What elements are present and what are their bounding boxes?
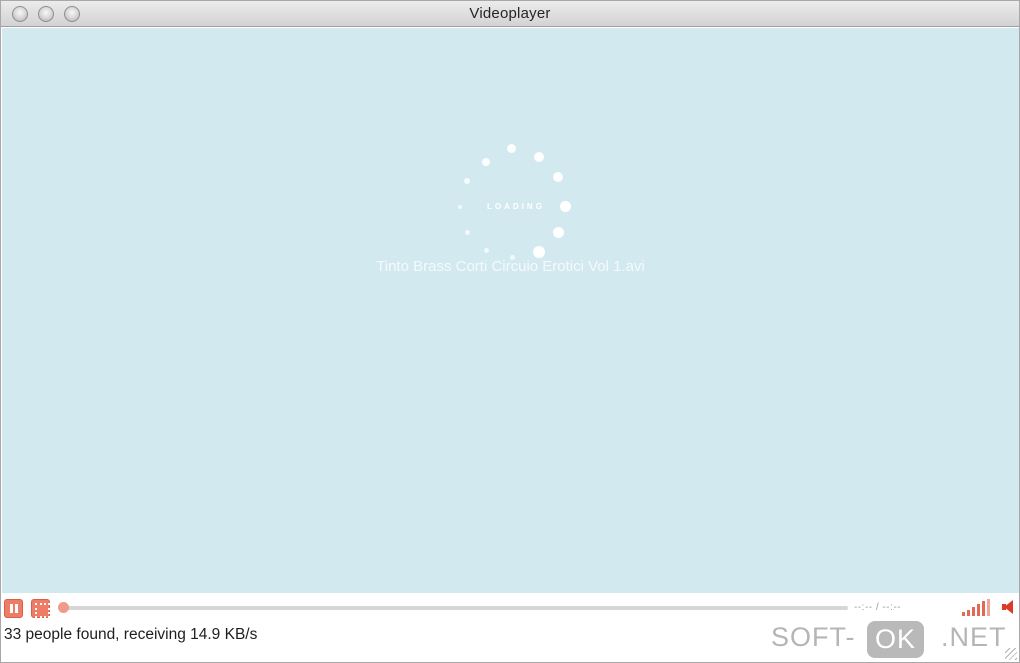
spinner-dot — [553, 227, 564, 238]
time-display: --:-- / --:-- — [854, 602, 902, 613]
signal-strength-icon — [960, 599, 992, 616]
watermark-part-2: OK — [867, 621, 925, 658]
spinner-dot — [553, 172, 563, 182]
speaker-icon[interactable] — [1002, 600, 1016, 614]
spinner-dot — [482, 158, 490, 166]
loading-spinner-icon: LOADING — [450, 142, 582, 274]
title-bar[interactable]: Videoplayer — [1, 1, 1019, 27]
resize-grip[interactable] — [1005, 648, 1017, 660]
watermark-part-1: SOFT- — [771, 622, 856, 652]
videoplayer-window: Videoplayer LOADING Tinto Brass Corti Ci… — [0, 0, 1020, 663]
watermark-part-3: .NET — [941, 622, 1007, 652]
video-filename: Tinto Brass Corti Circuio Erotici Vol 1.… — [376, 258, 645, 275]
pause-button[interactable] — [4, 599, 23, 618]
fullscreen-button[interactable] — [31, 599, 50, 618]
spinner-dot — [464, 178, 470, 184]
spinner-dot — [484, 248, 489, 253]
seek-handle[interactable] — [58, 602, 69, 613]
playback-controls: --:-- / --:-- — [2, 593, 1019, 623]
spinner-dot — [533, 246, 545, 258]
seek-bar[interactable] — [64, 606, 848, 610]
spinner-dot — [534, 152, 544, 162]
spinner-dot — [465, 230, 470, 235]
watermark-logo: SOFT- OK .NET — [771, 621, 1011, 658]
spinner-dot — [507, 144, 516, 153]
video-area[interactable]: LOADING Tinto Brass Corti Circuio Erotic… — [2, 28, 1019, 593]
loading-label: LOADING — [487, 202, 545, 211]
window-title: Videoplayer — [469, 5, 551, 22]
status-text: 33 people found, receiving 14.9 KB/s — [4, 626, 258, 643]
